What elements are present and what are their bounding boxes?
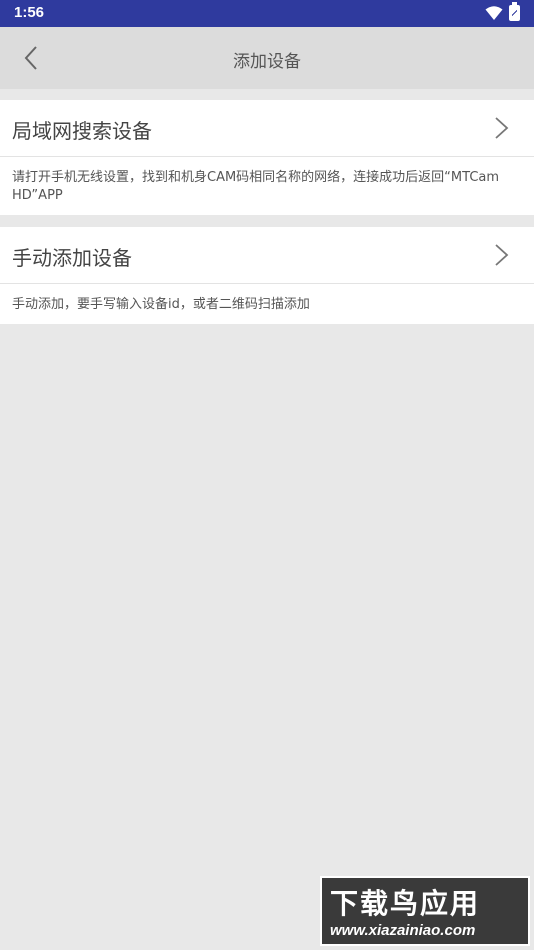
chevron-right-icon <box>495 117 509 139</box>
manual-add-card: 手动添加设备 手动添加，要手写输入设备id，或者二维码扫描添加 <box>0 227 534 324</box>
manual-add-description: 手动添加，要手写输入设备id，或者二维码扫描添加 <box>12 297 310 312</box>
manual-add-device-row[interactable]: 手动添加设备 <box>0 227 534 284</box>
lan-search-card: 局域网搜索设备 请打开手机无线设置，找到和机身CAM码相同名称的网络，连接成功后… <box>0 100 534 215</box>
lan-search-device-row[interactable]: 局域网搜索设备 <box>0 100 534 157</box>
watermark-url: www.xiazainiao.com <box>330 922 476 939</box>
status-time: 1:56 <box>14 4 45 21</box>
lan-search-description: 请打开手机无线设置，找到和机身CAM码相同名称的网络，连接成功后返回“MTCam… <box>12 170 500 203</box>
wifi-icon <box>485 6 503 20</box>
app-bar: 添加设备 <box>0 27 534 89</box>
watermark-title: 下载鸟应用 <box>330 887 481 920</box>
status-bar: 1:56 <box>0 0 534 27</box>
chevron-right-icon <box>495 244 509 266</box>
status-icons <box>485 2 520 21</box>
lan-search-title: 局域网搜索设备 <box>12 119 152 143</box>
battery-icon <box>509 2 520 21</box>
watermark-logo: 下载鸟应用 www.xiazainiao.com <box>320 876 530 946</box>
manual-add-title: 手动添加设备 <box>12 246 132 270</box>
page-title: 添加设备 <box>233 52 301 72</box>
